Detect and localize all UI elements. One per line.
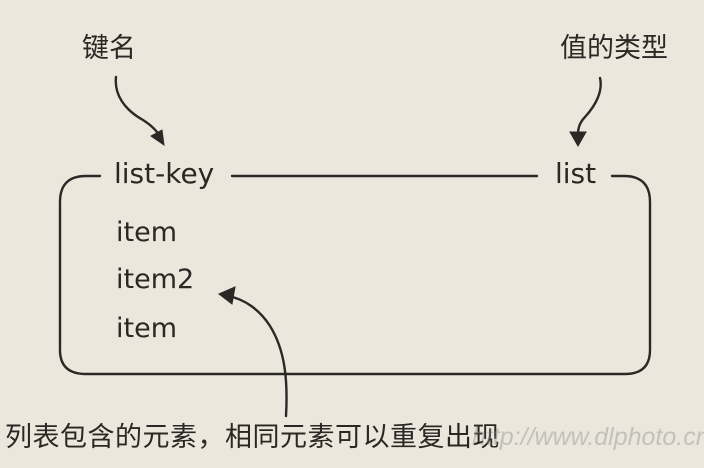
diagram-lines xyxy=(58,75,652,418)
duplicate-elements-note: 列表包含的元素，相同元素可以重复出现 xyxy=(5,422,500,453)
list-type-label: list xyxy=(555,157,597,190)
list-item: item xyxy=(116,217,178,248)
list-key-label: list-key xyxy=(114,157,215,190)
redis-list-diagram: 键名 值的类型 list-key list item item2 item 列表… xyxy=(0,0,704,468)
value-type-arrow xyxy=(576,76,602,136)
list-item: item xyxy=(116,313,178,344)
duplicate-note-arrow xyxy=(226,294,288,418)
list-item: item2 xyxy=(116,264,195,295)
key-name-label: 键名 xyxy=(82,33,136,64)
value-type-label: 值的类型 xyxy=(560,33,668,64)
key-name-arrow xyxy=(114,75,162,138)
watermark: http://www.dlphoto.cn xyxy=(472,423,704,451)
duplicate-note-arrow-head xyxy=(218,286,236,305)
value-type-arrow-head xyxy=(569,131,587,148)
key-name-arrow-head xyxy=(150,129,165,147)
